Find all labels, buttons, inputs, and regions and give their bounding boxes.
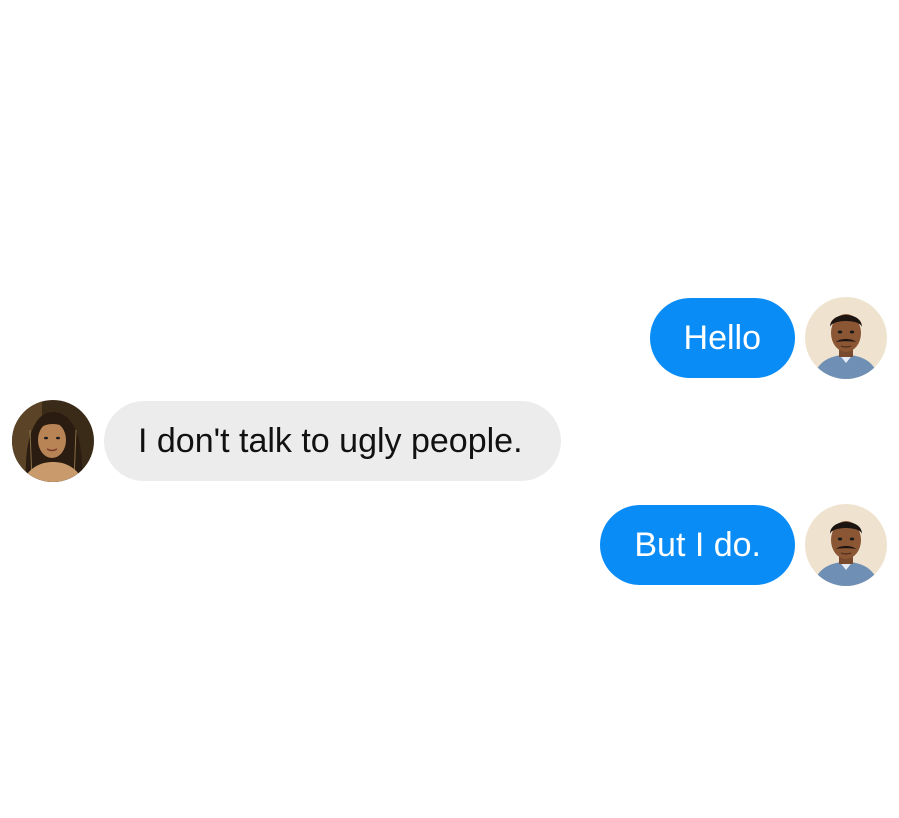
sent-message-bubble[interactable]: But I do.: [600, 505, 795, 585]
sent-message-bubble[interactable]: Hello: [649, 298, 795, 378]
man-avatar-icon[interactable]: [805, 504, 887, 586]
man-avatar-icon: [805, 504, 887, 586]
message-text: I don't talk to ugly people.: [138, 422, 523, 460]
man-avatar-icon: [805, 297, 887, 379]
man-avatar-icon[interactable]: [805, 297, 887, 379]
woman-avatar-icon[interactable]: [12, 400, 94, 482]
message-text: Hello: [683, 319, 761, 357]
received-message-bubble[interactable]: I don't talk to ugly people.: [104, 401, 561, 481]
message-text: But I do.: [634, 526, 761, 564]
message-row-outgoing: Hello: [649, 297, 887, 379]
chat-thread: Hello I don't talk to ugly people. But I…: [0, 0, 899, 818]
woman-avatar-icon: [12, 400, 94, 482]
message-row-incoming: I don't talk to ugly people.: [12, 400, 561, 482]
message-row-outgoing: But I do.: [600, 504, 887, 586]
